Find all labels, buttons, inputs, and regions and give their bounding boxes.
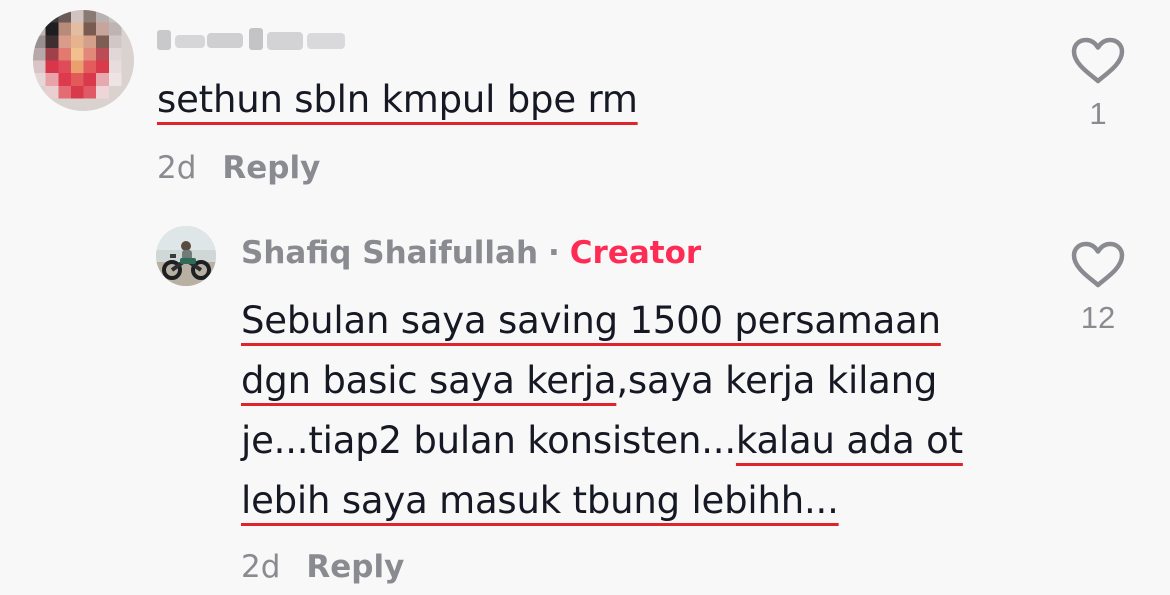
reply-line-segment: kalau ada ot <box>735 419 963 462</box>
separator-dot: · <box>548 235 560 271</box>
reply-line-segment: dgn basic saya kerja <box>241 359 617 402</box>
reply-line-segment: ,saya kerja kilang <box>616 359 938 402</box>
comment-text: sethun sbln kmpul bpe rm <box>157 74 638 126</box>
like-count: 12 <box>1080 300 1116 335</box>
reply-header: Shafiq Shaifullah · Creator <box>241 232 701 274</box>
reply-meta: 2d Reply <box>241 547 404 587</box>
reply-age: 2d <box>241 549 281 585</box>
reply-line-segment: Sebulan saya saving 1500 persamaan <box>241 299 941 342</box>
like-button[interactable]: 12 <box>1063 240 1133 336</box>
reply-line: lebih saya masuk tbung lebihh... <box>241 471 1041 531</box>
heart-outline-icon <box>1071 241 1125 288</box>
reply-button[interactable]: Reply <box>222 150 320 186</box>
pixelated-avatar-icon <box>33 10 134 111</box>
comment-body: sethun sbln kmpul bpe rm <box>157 78 638 121</box>
comment-meta: 2d Reply <box>157 148 320 188</box>
reply-button[interactable]: Reply <box>306 549 404 585</box>
reply-line: Sebulan saya saving 1500 persamaan <box>241 291 1041 351</box>
reply-line-segment: lebih saya masuk tbung lebihh... <box>241 479 839 522</box>
username-redacted <box>157 24 347 54</box>
reply-line: je...tiap2 bulan konsisten...kalau ada o… <box>241 411 1041 471</box>
comment-age: 2d <box>157 150 197 186</box>
reply-line-segment: je...tiap2 bulan konsisten... <box>241 419 736 462</box>
reply-author[interactable]: Shafiq Shaifullah <box>241 235 538 271</box>
motorbike-rider-avatar-icon <box>156 226 216 286</box>
creator-badge: Creator <box>569 235 702 271</box>
avatar[interactable] <box>33 10 134 111</box>
blurred-username-graphic <box>157 28 345 50</box>
like-button[interactable]: 1 <box>1063 36 1133 132</box>
reply-line: dgn basic saya kerja,saya kerja kilang <box>241 351 1041 411</box>
creator-avatar[interactable] <box>156 226 216 286</box>
like-count: 1 <box>1089 96 1107 131</box>
heart-outline-icon <box>1071 37 1125 84</box>
reply-text: Sebulan saya saving 1500 persamaan dgn b… <box>241 291 1041 531</box>
